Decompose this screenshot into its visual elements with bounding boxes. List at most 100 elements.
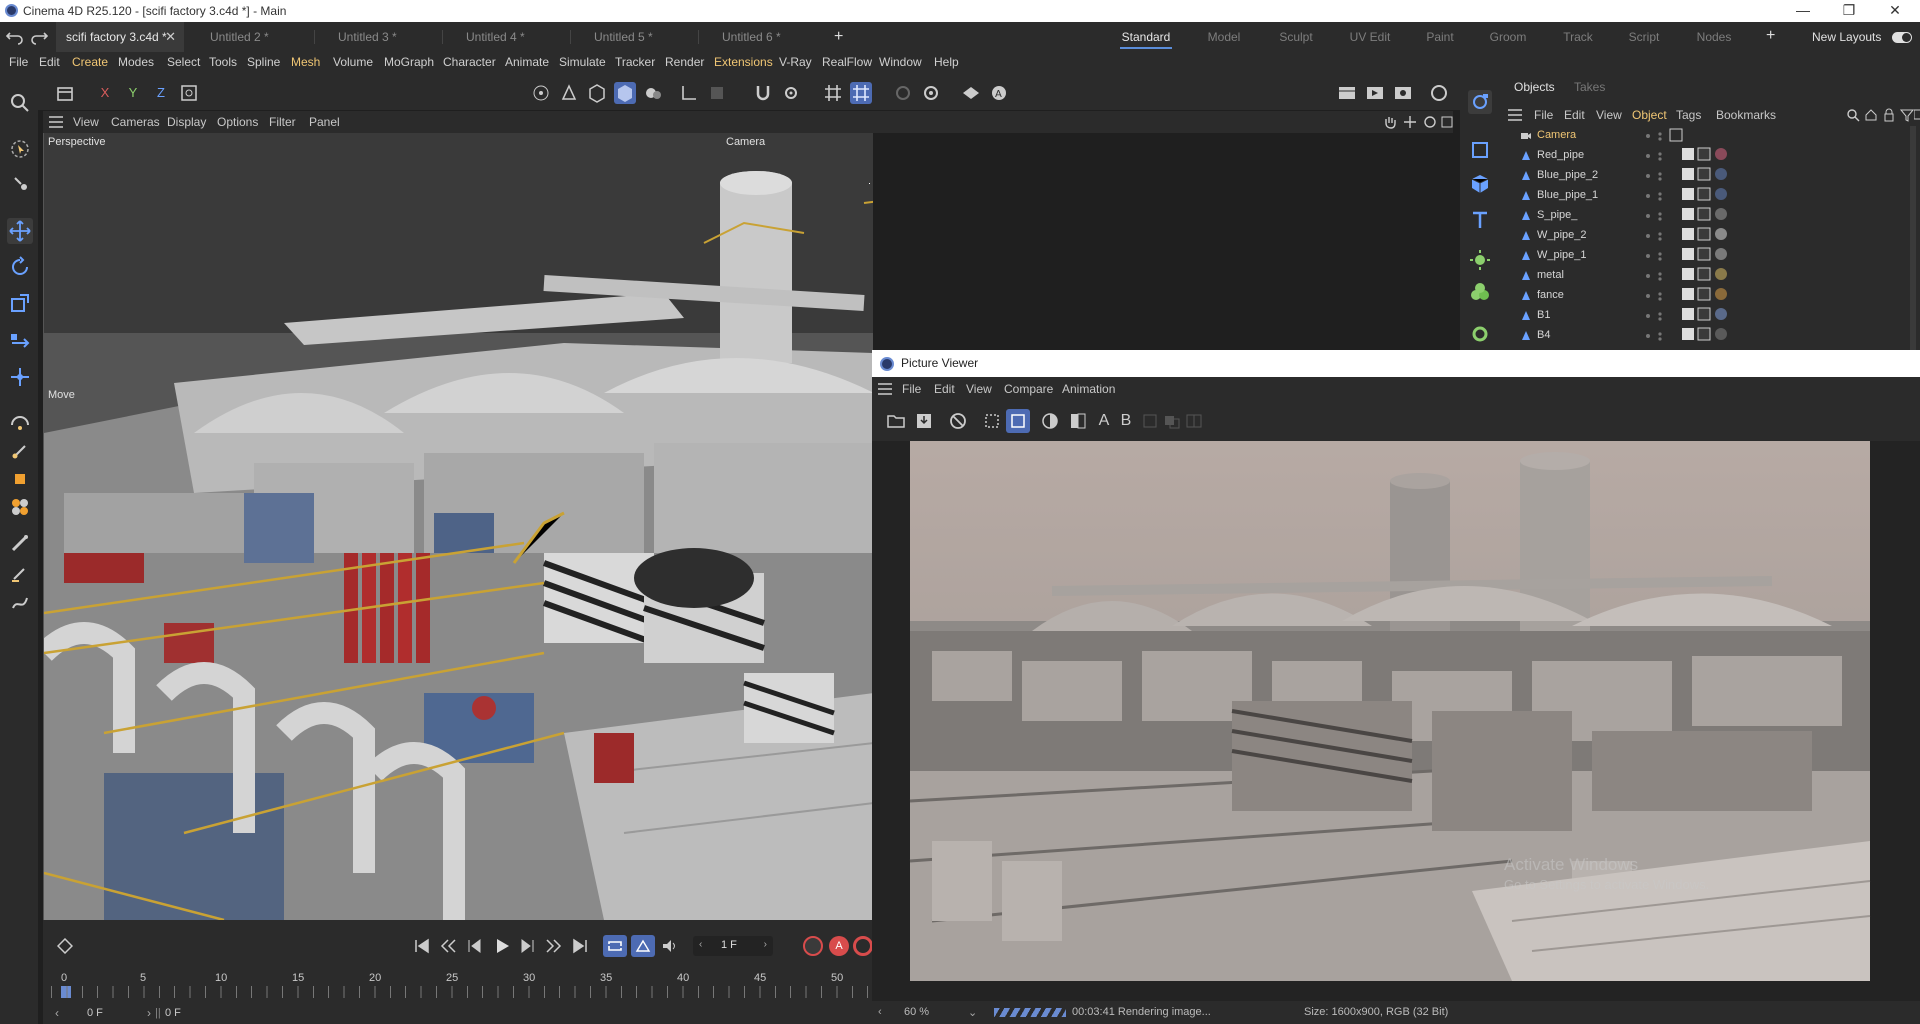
menu-mograph[interactable]: MoGraph	[384, 55, 434, 69]
hamburger-menu-icon[interactable]	[49, 116, 63, 128]
range-right-arrow-icon[interactable]: ›	[147, 1006, 151, 1020]
next-key-icon[interactable]	[545, 938, 563, 954]
menu-tools[interactable]: Tools	[209, 55, 237, 69]
om-menu-tags[interactable]: Tags	[1676, 108, 1701, 122]
render-view-icon[interactable]	[960, 82, 982, 104]
layout-track[interactable]: Track	[1548, 22, 1608, 52]
viewport-menu-options[interactable]: Options	[217, 115, 258, 129]
layout-toggle[interactable]	[1892, 32, 1912, 43]
autokey-icon[interactable]: A	[829, 936, 849, 956]
viewport-menu-cameras[interactable]: Cameras	[111, 115, 160, 129]
minimize-icon[interactable]: —	[1780, 0, 1826, 22]
render-picture-viewer-icon[interactable]	[1364, 82, 1386, 104]
menu-edit[interactable]: Edit	[39, 55, 60, 69]
deformer-gear-icon[interactable]	[1468, 322, 1492, 346]
open-folder-icon[interactable]	[886, 411, 906, 431]
om-menu-object[interactable]: Object	[1632, 108, 1667, 122]
zoom-dropdown-icon[interactable]: ⌄	[968, 1006, 977, 1019]
record-icon[interactable]	[803, 936, 823, 956]
dynamic-guides-icon[interactable]	[920, 82, 942, 104]
sculpt-tool-icon[interactable]	[7, 590, 33, 616]
layout-model[interactable]: Model	[1194, 22, 1254, 52]
loop-icon[interactable]	[603, 935, 627, 957]
undo-icon[interactable]	[6, 29, 24, 45]
axis-z-button[interactable]: Z	[150, 82, 172, 104]
paint-tool-icon[interactable]	[7, 560, 33, 586]
solo-mode-icon[interactable]	[706, 82, 728, 104]
split-view-icon[interactable]	[1184, 411, 1204, 431]
pv-menu-animation[interactable]: Animation	[1062, 382, 1115, 396]
sound-icon[interactable]	[661, 938, 679, 954]
keyframe-icon[interactable]	[57, 938, 73, 954]
keyframe-selection-icon[interactable]	[853, 936, 873, 956]
workplane-icon[interactable]	[850, 82, 872, 104]
menu-tracker[interactable]: Tracker	[615, 55, 655, 69]
range-slider-grip[interactable]: ||	[155, 1007, 161, 1019]
pv-menu-edit[interactable]: Edit	[934, 382, 955, 396]
om-menu-bookmarks[interactable]: Bookmarks	[1716, 108, 1776, 122]
move-tool-icon[interactable]	[7, 218, 33, 244]
hamburger-menu-icon[interactable]	[1508, 109, 1522, 121]
placement-tool-icon[interactable]	[7, 364, 33, 390]
transform-tool-icon[interactable]	[7, 330, 33, 356]
axis-y-button[interactable]: Y	[122, 82, 144, 104]
cloner-tool-icon[interactable]	[7, 494, 33, 520]
pen-tool-icon[interactable]	[7, 438, 33, 464]
tweak-icon[interactable]	[7, 170, 33, 196]
swap-ab-icon[interactable]	[1140, 411, 1160, 431]
zoom-field[interactable]: 60 %	[904, 1006, 929, 1018]
set-a-icon[interactable]: A	[1094, 411, 1114, 431]
tab-untitled-2[interactable]: Untitled 2 *	[200, 22, 310, 52]
film-clapper-icon[interactable]	[54, 82, 76, 104]
pv-menu-file[interactable]: File	[902, 382, 921, 396]
tab-untitled-5[interactable]: Untitled 5 *	[584, 22, 694, 52]
set-b-icon[interactable]: B	[1116, 411, 1136, 431]
layout-uv-edit[interactable]: UV Edit	[1340, 22, 1400, 52]
tab-untitled-6[interactable]: Untitled 6 *	[712, 22, 822, 52]
brush-tool-icon[interactable]	[7, 530, 33, 556]
menu-character[interactable]: Character	[443, 55, 496, 69]
layout-nodes[interactable]: Nodes	[1684, 22, 1744, 52]
layout-standard[interactable]: Standard	[1116, 22, 1176, 52]
uv-mode-icon[interactable]	[642, 82, 664, 104]
difference-icon[interactable]	[1162, 411, 1182, 431]
go-to-end-icon[interactable]	[571, 938, 589, 954]
knife-tool-icon[interactable]	[7, 410, 33, 436]
tab-objects[interactable]: Objects	[1514, 80, 1555, 94]
axis-x-button[interactable]: X	[94, 82, 116, 104]
new-layouts-button[interactable]: New Layouts	[1812, 30, 1881, 44]
3d-viewport[interactable]: Perspective Camera Move	[43, 133, 873, 920]
end-frame-field[interactable]: 0 F	[165, 1007, 181, 1019]
menu-help[interactable]: Help	[934, 55, 959, 69]
menu-create[interactable]: Create	[72, 55, 108, 69]
ab-compare-icon[interactable]	[1068, 411, 1088, 431]
current-frame-field[interactable]: ‹ 1 F ›	[693, 936, 773, 956]
text-object-icon[interactable]	[1468, 208, 1492, 232]
select-cursor-icon[interactable]	[7, 136, 33, 162]
home-icon[interactable]	[1864, 108, 1878, 122]
close-icon[interactable]: ✕	[1872, 0, 1918, 22]
tab-takes[interactable]: Takes	[1574, 80, 1605, 94]
menu-window[interactable]: Window	[879, 55, 922, 69]
layout-sculpt[interactable]: Sculpt	[1266, 22, 1326, 52]
cube-object-icon[interactable]	[1468, 172, 1492, 196]
timeline-ruler[interactable]: 0 5 10 15 20 25 30 35 40 45 50	[51, 972, 873, 998]
viewport-menu-view[interactable]: View	[73, 115, 99, 129]
filter-icon[interactable]	[1900, 108, 1914, 122]
range-left-arrow-icon[interactable]: ‹	[55, 1006, 59, 1020]
pv-menu-compare[interactable]: Compare	[1004, 382, 1053, 396]
previous-frame-icon[interactable]	[465, 938, 483, 954]
menu-render[interactable]: Render	[665, 55, 704, 69]
start-frame-field[interactable]: 0 F	[87, 1007, 103, 1019]
play-icon[interactable]	[493, 938, 511, 954]
hamburger-menu-icon[interactable]	[878, 383, 892, 395]
menu-modes[interactable]: Modes	[118, 55, 154, 69]
rotate-tool-icon[interactable]	[7, 254, 33, 280]
new-window-icon[interactable]	[1914, 108, 1920, 122]
previous-key-icon[interactable]	[439, 938, 457, 954]
go-to-start-icon[interactable]	[413, 938, 431, 954]
save-image-icon[interactable]	[914, 411, 934, 431]
light-object-icon[interactable]	[1468, 248, 1492, 272]
edges-mode-icon[interactable]	[558, 82, 580, 104]
playback-mode-icon[interactable]	[631, 935, 655, 957]
